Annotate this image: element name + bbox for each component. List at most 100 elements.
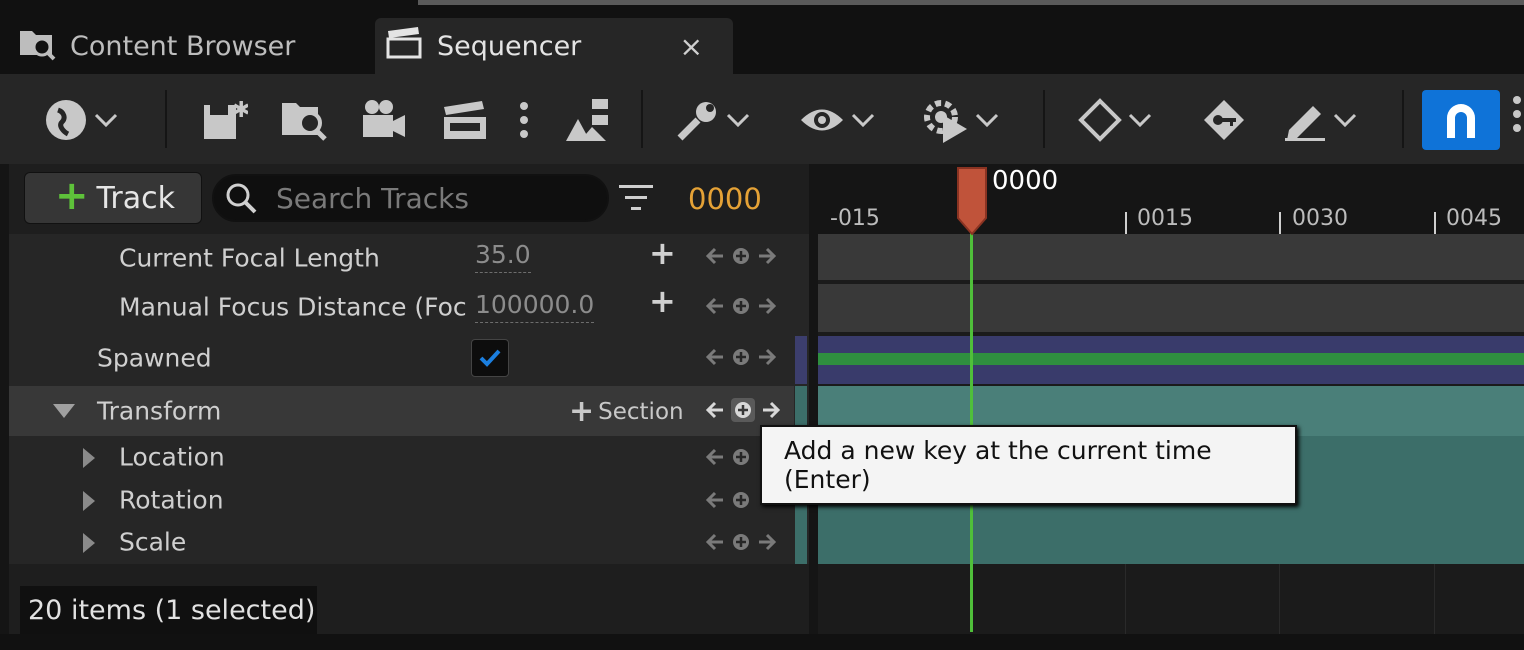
track-row-rotation[interactable]: Rotation xyxy=(9,479,794,521)
tab-sequencer[interactable]: Sequencer × xyxy=(375,18,733,74)
gear-play-icon xyxy=(924,100,967,143)
wrench-icon xyxy=(677,102,716,141)
track-label: Transform xyxy=(97,396,222,426)
add-track-button[interactable]: + Track xyxy=(24,172,202,224)
key-navigation xyxy=(705,447,751,467)
save-icon: ✱ xyxy=(204,98,248,139)
prev-key-icon[interactable] xyxy=(705,347,725,367)
prev-key-icon[interactable] xyxy=(705,447,725,467)
toolbar-divider xyxy=(1043,90,1045,148)
add-key-icon[interactable] xyxy=(731,347,751,367)
prev-key-icon[interactable] xyxy=(705,490,725,510)
world-icon xyxy=(46,100,86,140)
viewport-edge xyxy=(418,0,1524,5)
tools-button[interactable] xyxy=(676,96,750,144)
spawned-checkbox[interactable] xyxy=(471,339,509,377)
save-button[interactable]: ✱ xyxy=(202,96,248,144)
search-tracks-box[interactable] xyxy=(212,174,609,222)
next-key-icon[interactable] xyxy=(757,246,777,266)
sequencer-toolbar: ✱ xyxy=(0,74,1524,164)
add-key-icon[interactable] xyxy=(731,296,751,316)
world-settings-button[interactable] xyxy=(44,96,118,144)
prev-key-icon[interactable] xyxy=(705,246,725,266)
track-row-spawned[interactable]: Spawned xyxy=(9,334,794,382)
key-navigation xyxy=(705,490,751,510)
add-key-icon[interactable] xyxy=(731,490,751,510)
close-icon[interactable]: × xyxy=(680,30,703,63)
track-label: Scale xyxy=(119,527,187,557)
track-row-transform[interactable]: Transform + Section xyxy=(9,386,794,436)
lane-focal-length[interactable] xyxy=(818,234,1524,280)
track-label: Current Focal Length xyxy=(119,243,380,273)
prev-key-icon[interactable] xyxy=(705,532,725,552)
hierarchy-icon xyxy=(566,99,608,141)
add-icon[interactable]: + xyxy=(649,282,676,320)
track-row-location[interactable]: Location xyxy=(9,436,794,478)
snap-toggle-button[interactable] xyxy=(1422,90,1500,150)
content-browser-icon xyxy=(18,25,70,68)
add-key-button[interactable] xyxy=(731,398,755,422)
key-icon xyxy=(1204,100,1244,140)
chevron-down-icon xyxy=(94,113,118,127)
toolbar-divider xyxy=(1402,90,1404,148)
toolbar-divider xyxy=(641,90,643,148)
key-navigation xyxy=(705,347,777,367)
key-options-button[interactable] xyxy=(1078,96,1152,144)
prev-key-icon[interactable] xyxy=(705,400,725,420)
browse-button[interactable] xyxy=(280,96,328,144)
add-section-button[interactable]: + Section xyxy=(569,394,684,429)
next-key-icon[interactable] xyxy=(757,347,777,367)
camera-button[interactable] xyxy=(361,96,407,144)
playback-options-button[interactable] xyxy=(921,96,999,144)
track-row-focal-length[interactable]: Current Focal Length 35.0 + xyxy=(9,234,794,280)
current-time-display[interactable]: 0000 xyxy=(688,182,762,216)
next-key-icon[interactable] xyxy=(757,296,777,316)
browse-icon xyxy=(282,103,327,141)
next-key-icon[interactable] xyxy=(757,532,777,552)
bottom-bar xyxy=(0,634,1524,650)
more-icon[interactable] xyxy=(1512,94,1522,138)
add-track-label: Track xyxy=(96,180,176,216)
key-navigation xyxy=(705,532,777,552)
view-options-button[interactable] xyxy=(799,96,875,144)
tick-mark xyxy=(1125,212,1127,234)
add-key-icon[interactable] xyxy=(731,447,751,467)
tab-content-browser[interactable]: Content Browser xyxy=(18,18,295,74)
curve-editor-button[interactable] xyxy=(1283,96,1357,144)
key-navigation xyxy=(705,398,781,422)
hierarchy-button[interactable] xyxy=(562,96,612,144)
prev-key-icon[interactable] xyxy=(705,296,725,316)
chevron-down-icon xyxy=(1333,113,1357,127)
camera-icon xyxy=(363,100,405,137)
key-navigation xyxy=(705,246,777,266)
clapper-icon xyxy=(444,101,486,139)
eye-icon xyxy=(801,109,843,131)
playhead-handle[interactable] xyxy=(956,166,988,236)
track-row-focus-distance[interactable]: Manual Focus Distance (Foc 100000.0 + xyxy=(9,282,794,330)
status-text: 20 items (1 selected) xyxy=(20,586,317,634)
add-key-icon[interactable] xyxy=(731,532,751,552)
track-label: Manual Focus Distance (Foc xyxy=(119,292,467,322)
filter-icon[interactable] xyxy=(619,183,655,217)
add-key-icon[interactable] xyxy=(731,246,751,266)
expand-arrow-icon[interactable] xyxy=(81,531,97,555)
lane-spawned[interactable] xyxy=(818,336,1524,384)
search-input[interactable] xyxy=(274,180,598,216)
lane-edge xyxy=(795,336,807,384)
collapse-arrow-icon[interactable] xyxy=(51,402,77,420)
render-movie-button[interactable] xyxy=(442,96,488,144)
expand-arrow-icon[interactable] xyxy=(81,489,97,513)
checkmark-icon xyxy=(479,349,501,367)
lane-focus-distance[interactable] xyxy=(818,284,1524,332)
add-icon[interactable]: + xyxy=(649,234,676,272)
tab-bar: Content Browser Sequencer × xyxy=(0,6,1524,74)
value-field[interactable]: 35.0 xyxy=(475,240,531,273)
track-row-scale[interactable]: Scale xyxy=(9,521,794,563)
expand-arrow-icon[interactable] xyxy=(81,446,97,470)
pencil-icon xyxy=(1285,106,1325,141)
next-key-icon[interactable] xyxy=(761,400,781,420)
svg-text:✱: ✱ xyxy=(232,98,248,123)
more-options-button[interactable] xyxy=(518,96,530,144)
value-field[interactable]: 100000.0 xyxy=(475,290,595,323)
key-all-button[interactable] xyxy=(1202,96,1246,144)
